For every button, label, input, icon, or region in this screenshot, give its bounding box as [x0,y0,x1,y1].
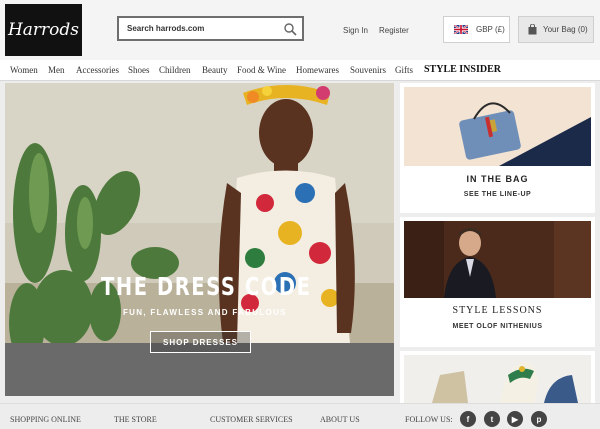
footer-link-the-store[interactable]: THE STORE [114,415,157,424]
pinterest-icon[interactable]: p [531,411,547,427]
footer-link-customer-services[interactable]: CUSTOMER SERVICES [210,415,293,424]
nav-item-food-wine[interactable]: Food & Wine [237,65,286,75]
handbag-image [404,87,591,166]
shopping-bag-button[interactable]: Your Bag (0) [518,16,594,43]
search-input[interactable] [127,21,277,36]
follow-us-label: FOLLOW US: [405,415,453,424]
footer-link-shopping-online[interactable]: SHOPPING ONLINE [10,415,81,424]
see-line-up-link[interactable]: SEE THE LINE-UP [400,191,595,198]
bag-icon [528,24,537,35]
twitter-icon[interactable]: t [484,411,500,427]
signin-link[interactable]: Sign In [343,26,368,35]
bag-label: Your Bag (0) [543,25,588,34]
style-lessons-title: STYLE LESSONS [452,305,543,316]
nav-item-women[interactable]: Women [10,65,38,75]
shoes-image [404,355,591,403]
currency-selector[interactable]: GBP (£) [443,16,510,43]
meet-olof-link[interactable]: MEET OLOF NITHENIUS [400,323,595,330]
nav-item-gifts[interactable]: Gifts [395,65,413,75]
currency-label: GBP (£) [476,25,505,34]
footer-link-about-us[interactable]: ABOUT US [320,415,360,424]
nav-item-children[interactable]: Children [159,65,191,75]
facebook-icon[interactable]: f [460,411,476,427]
shop-dresses-button[interactable]: SHOP DRESSES [150,331,251,353]
nav-item-homewares[interactable]: Homewares [296,65,339,75]
register-link[interactable]: Register [379,26,409,35]
site-header: Harrods Sign In Register GBP (£) Your Ba… [0,0,600,60]
harrods-logo[interactable]: Harrods [5,4,82,56]
search-box[interactable] [117,16,304,41]
nav-item-souvenirs[interactable]: Souvenirs [350,65,386,75]
style-lessons-image [404,221,591,298]
site-footer: SHOPPING ONLINE THE STORE CUSTOMER SERVI… [0,403,600,429]
nav-item-men[interactable]: Men [48,65,65,75]
logo-text: Harrods [7,20,80,40]
search-icon[interactable] [283,22,297,36]
main-nav: Women Men Accessories Shoes Children Bea… [0,60,600,81]
hero-subtitle: FUN, FLAWLESS AND FABULOUS [123,308,287,317]
youtube-icon[interactable]: ▶ [507,411,523,427]
in-the-bag-title: IN THE BAG [466,174,529,184]
nav-item-style-insider[interactable]: STYLE INSIDER [424,64,501,75]
nav-item-shoes[interactable]: Shoes [128,65,150,75]
uk-flag-icon [454,25,468,34]
nav-item-accessories[interactable]: Accessories [76,65,119,75]
hero-title: THE DRESS CODE [101,272,312,301]
promo-card-style-lessons[interactable]: STYLE LESSONS MEET OLOF NITHENIUS [400,217,595,347]
promo-card-shoes[interactable] [400,351,595,403]
hero-banner[interactable]: THE DRESS CODE FUN, FLAWLESS AND FABULOU… [5,83,394,396]
promo-card-bag[interactable]: IN THE BAG SEE THE LINE-UP [400,83,595,213]
nav-item-beauty[interactable]: Beauty [202,65,228,75]
